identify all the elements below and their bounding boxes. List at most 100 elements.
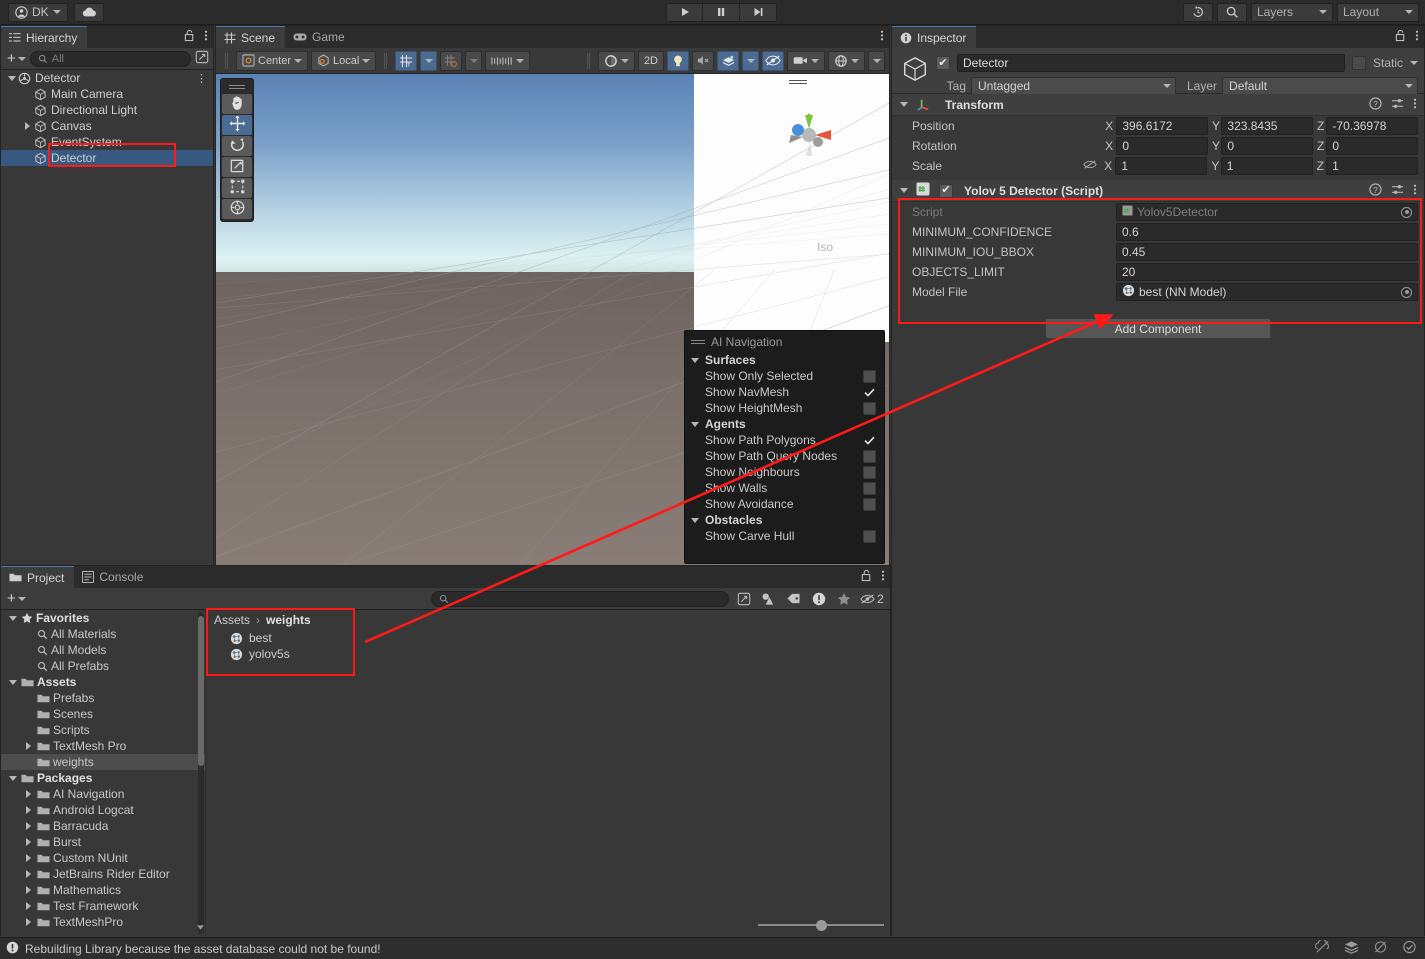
help-icon[interactable]: ?: [1369, 96, 1382, 113]
preset-icon[interactable]: [1391, 183, 1404, 199]
tab-scene[interactable]: Scene: [216, 26, 286, 48]
expander-down[interactable]: [7, 775, 18, 781]
zoom-slider-knob[interactable]: [816, 919, 827, 931]
project-tree-item-favorites[interactable]: Favorites: [1, 610, 205, 626]
grid-snap-button[interactable]: Y: [395, 50, 418, 71]
magnet-snap-dropdown[interactable]: [465, 50, 483, 71]
project-search-input[interactable]: [431, 590, 729, 607]
transform-rotation-y-input[interactable]: 0: [1221, 137, 1314, 155]
hand-tool[interactable]: [222, 94, 252, 114]
kebab-menu-icon[interactable]: [1413, 183, 1417, 199]
drag-handle-icon[interactable]: [691, 339, 705, 345]
tab-inspector[interactable]: Inspector: [892, 26, 977, 48]
ai-navigation-header[interactable]: AI Navigation: [685, 334, 884, 352]
layers-dropdown[interactable]: Layers: [1251, 2, 1333, 22]
static-checkbox[interactable]: [1351, 56, 1366, 70]
asset-zoom-slider[interactable]: [758, 916, 888, 934]
gameobject-name-input[interactable]: Detector: [957, 54, 1345, 72]
increment-snap-button[interactable]: [485, 50, 531, 71]
nav-group-surfaces[interactable]: Surfaces: [685, 352, 884, 368]
hierarchy-item-detector[interactable]: Detector: [1, 150, 213, 166]
warning-filter-icon[interactable]: [806, 589, 831, 609]
shading-mode-button[interactable]: [597, 50, 635, 71]
expander-down[interactable]: [7, 615, 18, 621]
expander-right[interactable]: [23, 886, 34, 894]
project-tree-item-all-materials[interactable]: All Materials: [1, 626, 205, 642]
nav-item-show-carve-hull[interactable]: Show Carve Hull: [685, 528, 884, 544]
scene-camera-button[interactable]: [787, 50, 825, 71]
tool-palette-drag-handle[interactable]: [229, 83, 245, 90]
rotate-tool[interactable]: [222, 136, 252, 156]
layout-dropdown[interactable]: Layout: [1337, 2, 1419, 22]
nav-item-checkbox[interactable]: [863, 369, 876, 383]
hierarchy-item-detector[interactable]: Detector ⋮: [1, 70, 213, 86]
project-tree-item-burst[interactable]: Burst: [1, 834, 205, 850]
object-picker-icon[interactable]: [1401, 206, 1412, 218]
expander-right[interactable]: [23, 870, 34, 878]
layer-dropdown[interactable]: Default: [1222, 77, 1418, 95]
transform-scale-z-input[interactable]: 1: [1326, 157, 1418, 175]
project-tree[interactable]: Favorites All Materials All Models All Pref…: [1, 610, 205, 936]
hierarchy-item-main-camera[interactable]: Main Camera: [1, 86, 213, 102]
project-tree-item-android-logcat[interactable]: Android Logcat: [1, 802, 205, 818]
transform-position-y-input[interactable]: 323.8435: [1221, 117, 1314, 135]
layers-stack-icon[interactable]: [1344, 940, 1359, 957]
expander-right[interactable]: [23, 902, 34, 910]
hierarchy-search-input[interactable]: All: [29, 50, 191, 67]
hierarchy-item-directional-light[interactable]: Directional Light: [1, 102, 213, 118]
nav-item-checkbox[interactable]: [863, 449, 876, 463]
transform-tool[interactable]: [222, 199, 252, 219]
filter-by-label-icon[interactable]: [781, 589, 806, 609]
rect-tool[interactable]: [222, 178, 252, 198]
gizmos-button[interactable]: [828, 50, 865, 71]
collab-off-icon[interactable]: [1315, 938, 1330, 957]
gameobject-enabled-checkbox[interactable]: ✔: [936, 56, 950, 70]
effects-dropdown[interactable]: [742, 50, 759, 71]
tab-console[interactable]: Console: [74, 566, 153, 588]
nav-item-show-path-query-nodes[interactable]: Show Path Query Nodes: [685, 448, 884, 464]
tree-scroll-down-icon[interactable]: [196, 920, 205, 934]
script-minimum-iou-bbox-input[interactable]: 0.45: [1116, 243, 1418, 261]
lock-open-icon[interactable]: [1395, 29, 1406, 45]
object-picker-icon[interactable]: [1401, 286, 1412, 298]
status-message[interactable]: Rebuilding Library because the asset dat…: [25, 942, 381, 956]
transform-scale-x-input[interactable]: 1: [1115, 157, 1208, 175]
script-script-objectfield[interactable]: Yolov5Detector: [1116, 203, 1418, 221]
chevron-down-icon[interactable]: [1410, 61, 1418, 65]
save-search-icon[interactable]: [731, 589, 756, 609]
magnet-snap-button[interactable]: [440, 50, 463, 71]
project-add-button[interactable]: +: [5, 590, 26, 607]
hierarchy-expand-icon[interactable]: [195, 50, 209, 67]
play-button[interactable]: [666, 2, 703, 22]
nav-item-show-heightmesh[interactable]: Show HeightMesh: [685, 400, 884, 416]
project-tree-item-prefabs[interactable]: Prefabs: [1, 690, 205, 706]
step-button[interactable]: [740, 2, 777, 22]
pause-button[interactable]: [703, 2, 740, 22]
help-icon[interactable]: ?: [1369, 182, 1382, 199]
lighting-toggle-button[interactable]: [667, 50, 689, 71]
expander-right[interactable]: [23, 822, 34, 830]
gizmos-dropdown[interactable]: [868, 50, 885, 71]
transform-position-x-input[interactable]: 396.6172: [1116, 117, 1209, 135]
chevron-down-icon[interactable]: [691, 517, 699, 523]
tab-game[interactable]: Game: [285, 26, 355, 48]
script-enabled-checkbox[interactable]: ✔: [939, 183, 953, 198]
move-tool[interactable]: [222, 115, 252, 135]
chevron-down-icon[interactable]: [691, 357, 699, 363]
expander-right[interactable]: [23, 918, 34, 926]
nav-item-checkbox[interactable]: [863, 433, 876, 447]
project-tree-item-textmesh-pro[interactable]: TextMesh Pro: [1, 738, 205, 754]
project-tree-item-scripts[interactable]: Scripts: [1, 722, 205, 738]
nav-item-show-path-polygons[interactable]: Show Path Polygons: [685, 432, 884, 448]
project-tree-item-mathematics[interactable]: Mathematics: [1, 882, 205, 898]
nav-item-show-walls[interactable]: Show Walls: [685, 480, 884, 496]
nav-item-checkbox[interactable]: [863, 385, 876, 399]
transform-rotation-x-input[interactable]: 0: [1116, 137, 1209, 155]
expander-right[interactable]: [22, 122, 33, 130]
ai-navigation-overlay[interactable]: AI Navigation Surfaces Show Only Selected…: [684, 330, 885, 564]
transform-scale-y-input[interactable]: 1: [1220, 157, 1313, 175]
asset-item-yolov5s[interactable]: yolov5s: [206, 646, 890, 662]
project-tree-item-assets[interactable]: Assets: [1, 674, 205, 690]
hierarchy-item-canvas[interactable]: Canvas: [1, 118, 213, 134]
script-component-header[interactable]: ✔ Yolov 5 Detector (Script) ?: [892, 180, 1424, 202]
